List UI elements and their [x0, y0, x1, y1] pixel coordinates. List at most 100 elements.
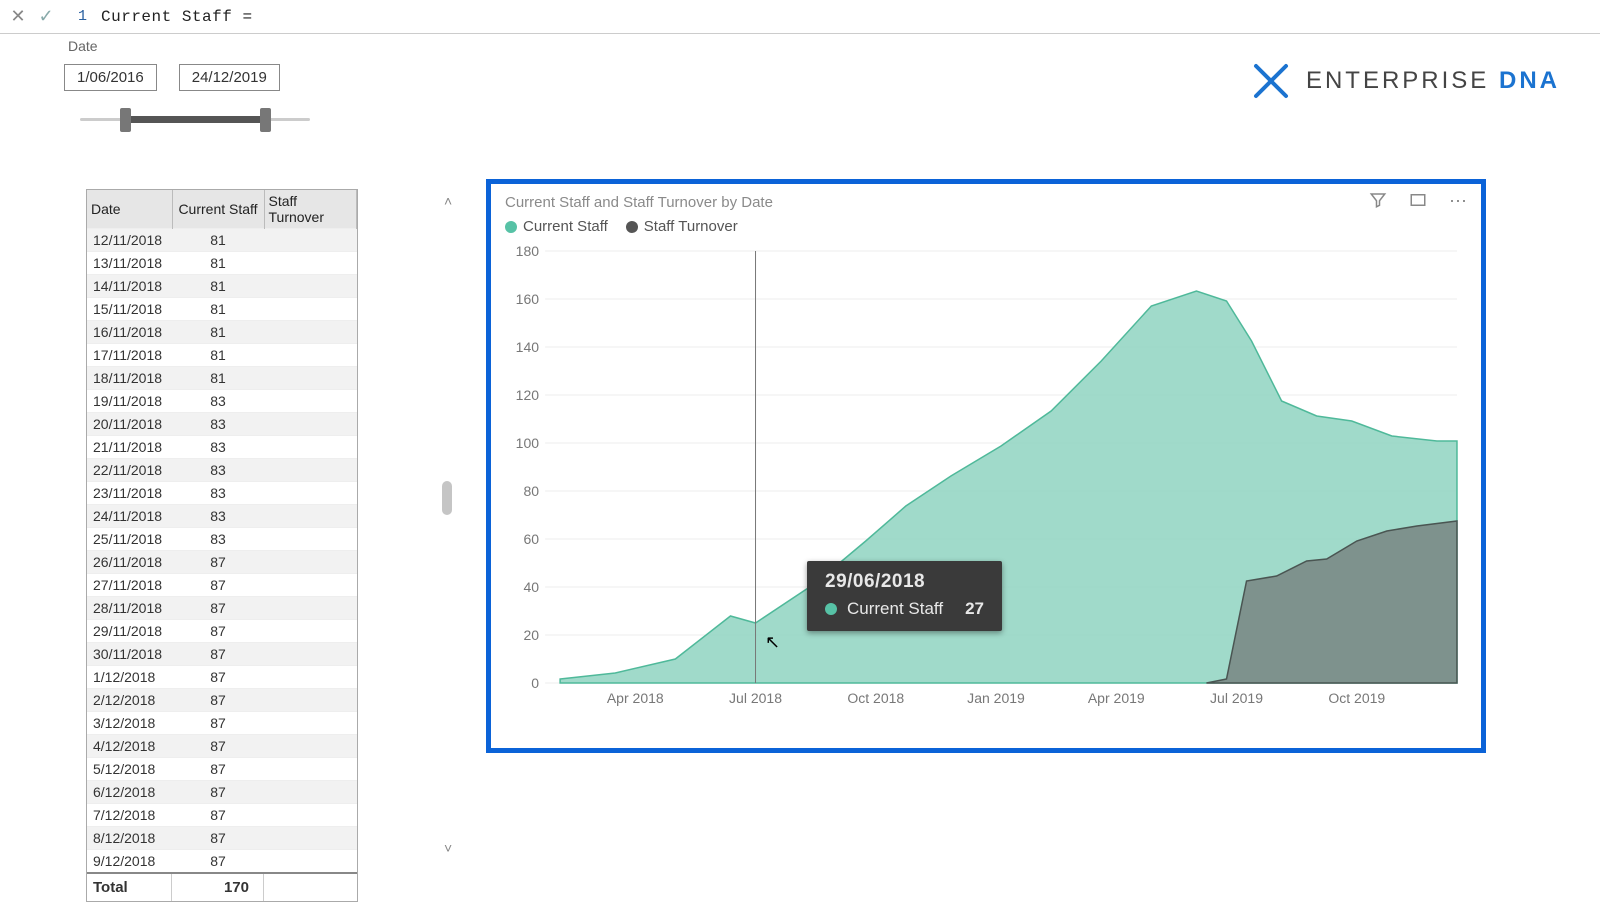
cell-turnover — [264, 298, 357, 321]
table-row[interactable]: 16/11/201881 — [87, 321, 357, 344]
cell-current: 83 — [172, 413, 264, 436]
y-tick: 120 — [516, 387, 540, 403]
tooltip-date: 29/06/2018 — [825, 571, 984, 593]
x-tick: Jul 2018 — [729, 690, 782, 706]
cell-current: 87 — [172, 620, 264, 643]
scroll-down-icon[interactable]: ˅ — [444, 840, 452, 856]
date-range-slider[interactable] — [80, 106, 310, 134]
table-row[interactable]: 13/11/201881 — [87, 252, 357, 275]
col-turnover[interactable]: Staff Turnover — [264, 190, 357, 229]
legend-swatch-turnover — [626, 221, 638, 233]
cell-date: 24/11/2018 — [87, 505, 172, 528]
cell-turnover — [264, 252, 357, 275]
chart-tooltip: 29/06/2018 Current Staff 27 — [807, 561, 1002, 631]
y-tick: 80 — [523, 483, 539, 499]
cell-date: 8/12/2018 — [87, 827, 172, 850]
table-row[interactable]: 18/11/201881 — [87, 367, 357, 390]
focus-mode-icon[interactable] — [1409, 191, 1427, 214]
table-row[interactable]: 30/11/201887 — [87, 643, 357, 666]
y-tick: 20 — [523, 627, 539, 643]
cell-date: 27/11/2018 — [87, 574, 172, 597]
formula-text[interactable]: Current Staff = — [101, 8, 253, 26]
table-row[interactable]: 27/11/201887 — [87, 574, 357, 597]
table-row[interactable]: 3/12/201887 — [87, 712, 357, 735]
cancel-formula-button[interactable]: ✕ — [4, 3, 32, 31]
cell-turnover — [264, 574, 357, 597]
cell-current: 81 — [172, 321, 264, 344]
cell-turnover — [264, 229, 357, 252]
cell-turnover — [264, 850, 357, 873]
cell-turnover — [264, 781, 357, 804]
cell-date: 22/11/2018 — [87, 459, 172, 482]
cell-date: 28/11/2018 — [87, 597, 172, 620]
table-row[interactable]: 25/11/201883 — [87, 528, 357, 551]
total-label: Total — [87, 874, 172, 901]
y-tick: 40 — [523, 579, 539, 595]
table-row[interactable]: 23/11/201883 — [87, 482, 357, 505]
table-row[interactable]: 4/12/201887 — [87, 735, 357, 758]
tooltip-value: 27 — [965, 599, 984, 619]
table-row[interactable]: 14/11/201881 — [87, 275, 357, 298]
cell-date: 19/11/2018 — [87, 390, 172, 413]
cell-turnover — [264, 804, 357, 827]
table-row[interactable]: 17/11/201881 — [87, 344, 357, 367]
table-row[interactable]: 5/12/201887 — [87, 758, 357, 781]
cell-turnover — [264, 528, 357, 551]
cell-turnover — [264, 275, 357, 298]
cell-current: 83 — [172, 482, 264, 505]
staff-chart-visual[interactable]: Current Staff and Staff Turnover by Date… — [486, 179, 1486, 753]
col-date[interactable]: Date — [87, 190, 172, 229]
cell-turnover — [264, 827, 357, 850]
cell-date: 30/11/2018 — [87, 643, 172, 666]
commit-formula-button[interactable]: ✓ — [32, 3, 60, 31]
table-row[interactable]: 22/11/201883 — [87, 459, 357, 482]
cell-current: 87 — [172, 781, 264, 804]
date-start-input[interactable]: 1/06/2016 — [64, 64, 157, 91]
y-tick: 60 — [523, 531, 539, 547]
more-options-icon[interactable]: ⋯ — [1449, 191, 1467, 214]
table-row[interactable]: 21/11/201883 — [87, 436, 357, 459]
cell-turnover — [264, 689, 357, 712]
table-row[interactable]: 8/12/201887 — [87, 827, 357, 850]
cell-current: 87 — [172, 804, 264, 827]
table-row[interactable]: 15/11/201881 — [87, 298, 357, 321]
table-row[interactable]: 6/12/201887 — [87, 781, 357, 804]
x-tick: Apr 2019 — [1088, 690, 1145, 706]
brand-logo: ENTERPRISE DNA — [1250, 60, 1560, 102]
table-row[interactable]: 28/11/201887 — [87, 597, 357, 620]
date-slicer-label: Date — [68, 38, 98, 54]
cell-current: 87 — [172, 758, 264, 781]
table-row[interactable]: 24/11/201883 — [87, 505, 357, 528]
slider-handle-start[interactable] — [120, 108, 131, 132]
table-row[interactable]: 29/11/201887 — [87, 620, 357, 643]
scroll-thumb[interactable] — [442, 481, 452, 515]
staff-table[interactable]: Date Current Staff Staff Turnover 12/11/… — [86, 189, 358, 902]
table-row[interactable]: 7/12/201887 — [87, 804, 357, 827]
cell-turnover — [264, 505, 357, 528]
legend-swatch-current — [505, 221, 517, 233]
cell-turnover — [264, 735, 357, 758]
table-row[interactable]: 1/12/201887 — [87, 666, 357, 689]
slider-handle-end[interactable] — [260, 108, 271, 132]
cell-current: 81 — [172, 344, 264, 367]
cell-turnover — [264, 620, 357, 643]
cell-turnover — [264, 413, 357, 436]
filter-icon[interactable] — [1369, 191, 1387, 214]
table-row[interactable]: 20/11/201883 — [87, 413, 357, 436]
y-tick: 180 — [516, 243, 540, 259]
date-end-input[interactable]: 24/12/2019 — [179, 64, 280, 91]
scroll-up-icon[interactable]: ˄ — [444, 193, 452, 209]
cell-date: 7/12/2018 — [87, 804, 172, 827]
cell-date: 17/11/2018 — [87, 344, 172, 367]
cell-date: 21/11/2018 — [87, 436, 172, 459]
table-row[interactable]: 19/11/201883 — [87, 390, 357, 413]
brand-text: ENTERPRISE — [1306, 67, 1489, 94]
table-row[interactable]: 12/11/201881 — [87, 229, 357, 252]
table-row[interactable]: 2/12/201887 — [87, 689, 357, 712]
chart-plot-area[interactable]: 180160140120100806040200 Apr 2018Jul 201… — [505, 241, 1467, 729]
table-row[interactable]: 9/12/201887 — [87, 850, 357, 873]
total-value: 170 — [172, 874, 264, 901]
table-row[interactable]: 26/11/201887 — [87, 551, 357, 574]
col-current[interactable]: Current Staff — [172, 190, 264, 229]
cell-turnover — [264, 321, 357, 344]
